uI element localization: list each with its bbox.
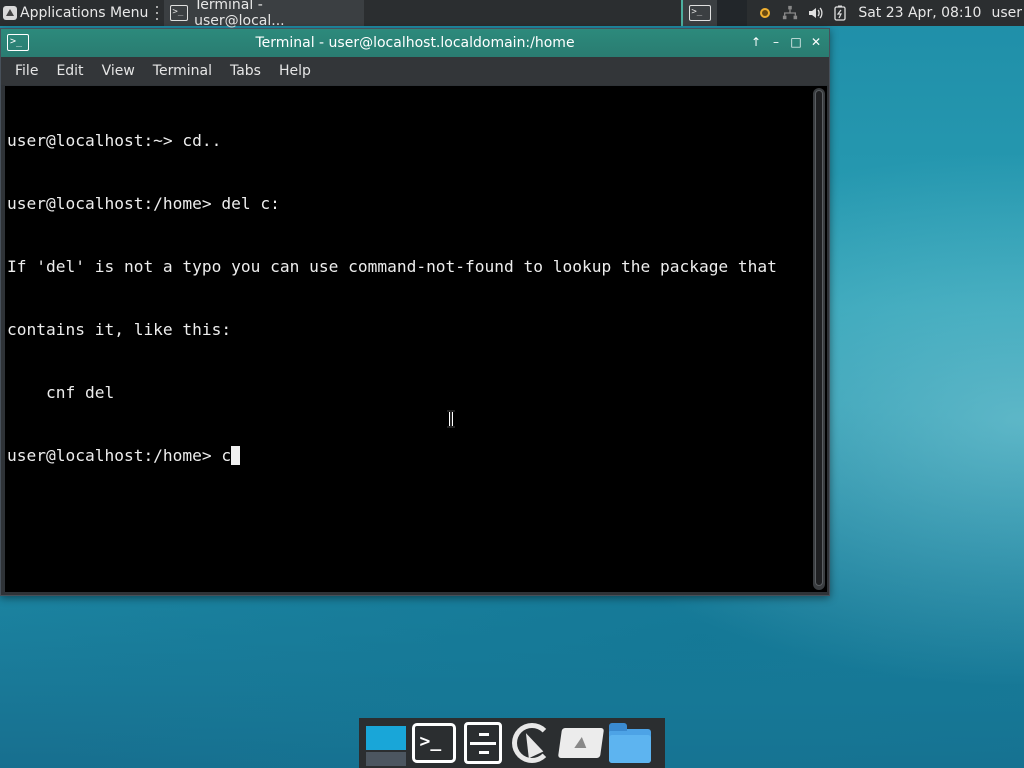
panel-separator — [154, 6, 160, 20]
top-panel: Applications Menu >_ Terminal - user@loc… — [0, 0, 1024, 29]
terminal-scrollbar[interactable] — [813, 88, 825, 590]
terminal-output-area[interactable]: user@localhost:~> cd.. user@localhost:/h… — [5, 86, 827, 592]
terminal-icon: >_ — [411, 723, 456, 763]
terminal-window: >_ Terminal - user@localhost.localdomain… — [0, 28, 830, 596]
file-cabinet-icon — [463, 722, 502, 764]
maximize-button[interactable]: □ — [789, 34, 803, 50]
window-titlebar[interactable]: >_ Terminal - user@localhost.localdomain… — [1, 29, 829, 57]
applications-menu-label: Applications Menu — [20, 5, 149, 21]
dock-web-browser-launcher[interactable] — [509, 721, 554, 766]
workspace-1-button[interactable]: >_ — [681, 0, 718, 26]
window-title: Terminal - user@localhost.localdomain:/h… — [255, 35, 575, 51]
network-icon[interactable] — [782, 5, 798, 21]
terminal-icon: >_ — [689, 5, 712, 21]
mouse-ibeam-cursor-icon — [447, 410, 455, 428]
applications-menu-button[interactable]: Applications Menu — [0, 0, 152, 26]
show-desktop-icon — [366, 725, 406, 750]
terminal-icon: >_ — [170, 5, 189, 21]
text-cursor — [231, 446, 241, 465]
dock: >_ — [359, 718, 665, 768]
panel-clock[interactable]: Sat 23 Apr, 08:10 — [858, 5, 991, 21]
terminal-text: user@localhost:~> cd.. user@localhost:/h… — [7, 88, 807, 508]
dock-terminal-launcher[interactable]: >_ — [411, 721, 456, 766]
terminal-line: user@localhost:/home> del c: — [7, 194, 280, 213]
window-controls: ↑ – □ ✕ — [749, 34, 823, 50]
volume-icon[interactable] — [807, 5, 823, 21]
keep-above-button[interactable]: ↑ — [749, 34, 763, 50]
terminal-line: If 'del' is not a typo you can use comma… — [7, 257, 777, 276]
terminal-prompt: user@localhost:/home> — [7, 446, 222, 465]
folder-icon — [608, 723, 651, 763]
dock-folder-launcher[interactable] — [607, 721, 652, 766]
distro-logo-icon — [3, 6, 17, 20]
menu-edit[interactable]: Edit — [47, 57, 92, 85]
menu-view[interactable]: View — [93, 57, 144, 85]
terminal-line: contains it, like this: — [7, 320, 232, 339]
system-tray — [757, 5, 858, 21]
menu-tabs[interactable]: Tabs — [221, 57, 270, 85]
terminal-line: user@localhost:~> cd.. — [7, 131, 222, 150]
web-browser-icon — [511, 723, 552, 763]
battery-icon[interactable] — [832, 5, 848, 21]
panel-user-menu[interactable]: user — [991, 5, 1024, 21]
dock-drive-launcher[interactable] — [557, 721, 604, 766]
workspace-2-button[interactable] — [717, 0, 748, 26]
show-desktop-button[interactable] — [362, 721, 407, 766]
scrollbar-thumb[interactable] — [815, 90, 823, 586]
menu-bar: File Edit View Terminal Tabs Help — [1, 57, 829, 85]
dock-file-manager-launcher[interactable] — [460, 721, 505, 766]
taskbar-terminal-button[interactable]: >_ Terminal - user@local... — [164, 0, 365, 29]
terminal-prompt-line[interactable]: user@localhost:/home> c — [7, 445, 807, 466]
menu-file[interactable]: File — [6, 57, 47, 85]
taskbar-terminal-label: Terminal - user@local... — [194, 0, 285, 29]
minimize-button[interactable]: – — [769, 34, 783, 50]
terminal-current-input[interactable]: c — [221, 446, 231, 465]
menu-terminal[interactable]: Terminal — [144, 57, 221, 85]
weather-icon[interactable] — [757, 5, 773, 21]
terminal-line: cnf del — [7, 383, 115, 402]
drive-icon — [557, 728, 604, 758]
close-button[interactable]: ✕ — [809, 34, 823, 50]
menu-help[interactable]: Help — [270, 57, 320, 85]
